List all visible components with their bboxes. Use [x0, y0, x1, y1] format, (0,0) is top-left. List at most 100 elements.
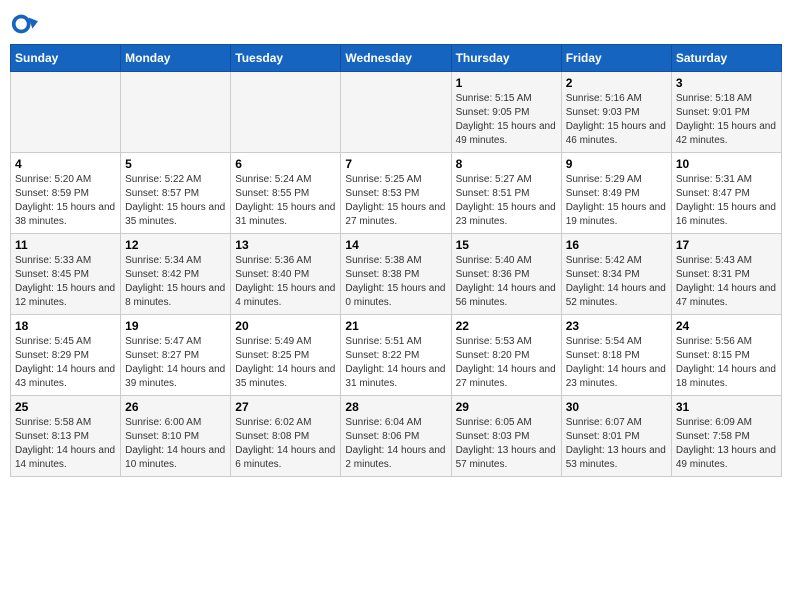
day-info: Sunrise: 5:33 AMSunset: 8:45 PMDaylight:… — [15, 254, 116, 310]
day-number: 8 — [456, 157, 557, 171]
logo — [10, 10, 42, 38]
day-info: Sunrise: 5:40 AMSunset: 8:36 PMDaylight:… — [456, 254, 557, 310]
calendar-body: 1 Sunrise: 5:15 AMSunset: 9:05 PMDaylight… — [11, 72, 782, 477]
day-number: 18 — [15, 319, 116, 333]
calendar-cell: 2 Sunrise: 5:16 AMSunset: 9:03 PMDaylight… — [561, 72, 671, 153]
calendar-cell: 5 Sunrise: 5:22 AMSunset: 8:57 PMDaylight… — [121, 153, 231, 234]
day-number: 26 — [125, 400, 226, 414]
day-info: Sunrise: 5:24 AMSunset: 8:55 PMDaylight:… — [235, 173, 336, 229]
day-number: 27 — [235, 400, 336, 414]
calendar-week-4: 18Sunrise: 5:45 AMSunset: 8:29 PMDayligh… — [11, 315, 782, 396]
calendar-cell: 21Sunrise: 5:51 AMSunset: 8:22 PMDayligh… — [341, 315, 451, 396]
day-header-saturday: Saturday — [671, 45, 781, 72]
calendar-cell: 15 Sunrise: 5:40 AMSunset: 8:36 PMDayligh… — [451, 234, 561, 315]
day-info: Sunrise: 5:49 AMSunset: 8:25 PMDaylight:… — [235, 335, 336, 391]
day-number: 17 — [676, 238, 777, 252]
calendar-week-1: 1 Sunrise: 5:15 AMSunset: 9:05 PMDaylight… — [11, 72, 782, 153]
day-number: 20 — [235, 319, 336, 333]
calendar-week-5: 25 Sunrise: 5:58 AMSunset: 8:13 PMDayligh… — [11, 396, 782, 477]
day-header-monday: Monday — [121, 45, 231, 72]
day-info: Sunrise: 6:05 AMSunset: 8:03 PMDaylight:… — [456, 416, 557, 472]
day-info: Sunrise: 5:58 AMSunset: 8:13 PMDaylight:… — [15, 416, 116, 472]
calendar-cell: 16 Sunrise: 5:42 AMSunset: 8:34 PMDayligh… — [561, 234, 671, 315]
day-info: Sunrise: 5:56 AMSunset: 8:15 PMDaylight:… — [676, 335, 777, 391]
calendar-table: SundayMondayTuesdayWednesdayThursdayFrid… — [10, 44, 782, 477]
day-number: 3 — [676, 76, 777, 90]
calendar-cell — [231, 72, 341, 153]
calendar-cell — [11, 72, 121, 153]
day-header-sunday: Sunday — [11, 45, 121, 72]
calendar-cell: 3 Sunrise: 5:18 AMSunset: 9:01 PMDaylight… — [671, 72, 781, 153]
calendar-cell: 25 Sunrise: 5:58 AMSunset: 8:13 PMDayligh… — [11, 396, 121, 477]
day-number: 1 — [456, 76, 557, 90]
day-info: Sunrise: 6:02 AMSunset: 8:08 PMDaylight:… — [235, 416, 336, 472]
day-info: Sunrise: 5:29 AMSunset: 8:49 PMDaylight:… — [566, 173, 667, 229]
calendar-cell: 31 Sunrise: 6:09 AMSunset: 7:58 PMDayligh… — [671, 396, 781, 477]
calendar-cell — [341, 72, 451, 153]
day-info: Sunrise: 5:47 AMSunset: 8:27 PMDaylight:… — [125, 335, 226, 391]
calendar-cell: 10Sunrise: 5:31 AMSunset: 8:47 PMDayligh… — [671, 153, 781, 234]
calendar-cell: 14 Sunrise: 5:38 AMSunset: 8:38 PMDayligh… — [341, 234, 451, 315]
day-number: 15 — [456, 238, 557, 252]
day-number: 12 — [125, 238, 226, 252]
logo-icon — [10, 10, 38, 38]
calendar-cell: 8 Sunrise: 5:27 AMSunset: 8:51 PMDaylight… — [451, 153, 561, 234]
day-number: 22 — [456, 319, 557, 333]
day-number: 5 — [125, 157, 226, 171]
day-info: Sunrise: 5:27 AMSunset: 8:51 PMDaylight:… — [456, 173, 557, 229]
day-number: 10 — [676, 157, 777, 171]
calendar-cell: 7 Sunrise: 5:25 AMSunset: 8:53 PMDaylight… — [341, 153, 451, 234]
calendar-cell: 17Sunrise: 5:43 AMSunset: 8:31 PMDayligh… — [671, 234, 781, 315]
day-info: Sunrise: 5:51 AMSunset: 8:22 PMDaylight:… — [345, 335, 446, 391]
calendar-cell: 24Sunrise: 5:56 AMSunset: 8:15 PMDayligh… — [671, 315, 781, 396]
day-number: 30 — [566, 400, 667, 414]
day-info: Sunrise: 6:09 AMSunset: 7:58 PMDaylight:… — [676, 416, 777, 472]
calendar-cell: 23Sunrise: 5:54 AMSunset: 8:18 PMDayligh… — [561, 315, 671, 396]
day-info: Sunrise: 5:38 AMSunset: 8:38 PMDaylight:… — [345, 254, 446, 310]
day-number: 23 — [566, 319, 667, 333]
day-info: Sunrise: 5:16 AMSunset: 9:03 PMDaylight:… — [566, 92, 667, 148]
day-info: Sunrise: 5:42 AMSunset: 8:34 PMDaylight:… — [566, 254, 667, 310]
day-info: Sunrise: 5:34 AMSunset: 8:42 PMDaylight:… — [125, 254, 226, 310]
day-info: Sunrise: 6:00 AMSunset: 8:10 PMDaylight:… — [125, 416, 226, 472]
day-number: 14 — [345, 238, 446, 252]
calendar-cell: 19Sunrise: 5:47 AMSunset: 8:27 PMDayligh… — [121, 315, 231, 396]
day-number: 6 — [235, 157, 336, 171]
day-header-friday: Friday — [561, 45, 671, 72]
day-number: 13 — [235, 238, 336, 252]
day-number: 2 — [566, 76, 667, 90]
day-info: Sunrise: 5:22 AMSunset: 8:57 PMDaylight:… — [125, 173, 226, 229]
calendar-cell: 11 Sunrise: 5:33 AMSunset: 8:45 PMDayligh… — [11, 234, 121, 315]
day-header-tuesday: Tuesday — [231, 45, 341, 72]
day-header-thursday: Thursday — [451, 45, 561, 72]
day-info: Sunrise: 5:53 AMSunset: 8:20 PMDaylight:… — [456, 335, 557, 391]
day-info: Sunrise: 5:15 AMSunset: 9:05 PMDaylight:… — [456, 92, 557, 148]
calendar-cell: 1 Sunrise: 5:15 AMSunset: 9:05 PMDaylight… — [451, 72, 561, 153]
calendar-cell — [121, 72, 231, 153]
day-number: 9 — [566, 157, 667, 171]
calendar-week-3: 11 Sunrise: 5:33 AMSunset: 8:45 PMDayligh… — [11, 234, 782, 315]
calendar-cell: 4 Sunrise: 5:20 AMSunset: 8:59 PMDaylight… — [11, 153, 121, 234]
calendar-cell: 9 Sunrise: 5:29 AMSunset: 8:49 PMDaylight… — [561, 153, 671, 234]
day-number: 25 — [15, 400, 116, 414]
day-info: Sunrise: 6:04 AMSunset: 8:06 PMDaylight:… — [345, 416, 446, 472]
calendar-cell: 18Sunrise: 5:45 AMSunset: 8:29 PMDayligh… — [11, 315, 121, 396]
day-number: 4 — [15, 157, 116, 171]
day-number: 16 — [566, 238, 667, 252]
day-info: Sunrise: 5:20 AMSunset: 8:59 PMDaylight:… — [15, 173, 116, 229]
calendar-week-2: 4 Sunrise: 5:20 AMSunset: 8:59 PMDaylight… — [11, 153, 782, 234]
day-number: 11 — [15, 238, 116, 252]
calendar-cell: 29 Sunrise: 6:05 AMSunset: 8:03 PMDayligh… — [451, 396, 561, 477]
calendar-cell: 28Sunrise: 6:04 AMSunset: 8:06 PMDayligh… — [341, 396, 451, 477]
day-number: 29 — [456, 400, 557, 414]
day-number: 31 — [676, 400, 777, 414]
day-number: 7 — [345, 157, 446, 171]
day-info: Sunrise: 5:36 AMSunset: 8:40 PMDaylight:… — [235, 254, 336, 310]
day-info: Sunrise: 5:18 AMSunset: 9:01 PMDaylight:… — [676, 92, 777, 148]
calendar-cell: 13 Sunrise: 5:36 AMSunset: 8:40 PMDayligh… — [231, 234, 341, 315]
header — [10, 10, 782, 38]
calendar-cell: 26 Sunrise: 6:00 AMSunset: 8:10 PMDayligh… — [121, 396, 231, 477]
calendar-cell: 30Sunrise: 6:07 AMSunset: 8:01 PMDayligh… — [561, 396, 671, 477]
day-info: Sunrise: 5:25 AMSunset: 8:53 PMDaylight:… — [345, 173, 446, 229]
calendar-cell: 20 Sunrise: 5:49 AMSunset: 8:25 PMDayligh… — [231, 315, 341, 396]
